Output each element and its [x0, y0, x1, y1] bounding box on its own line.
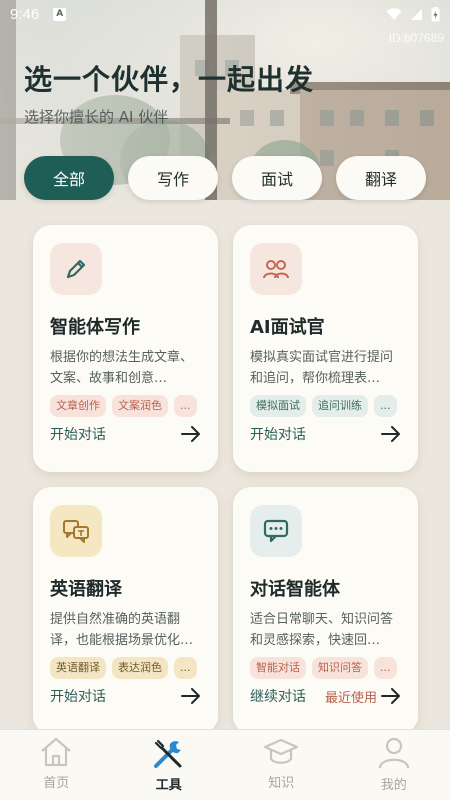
tab-translation[interactable]: 翻译	[336, 156, 426, 200]
action-label: 开始对话	[50, 427, 106, 443]
card-tag: 智能对话	[250, 657, 306, 679]
tools-icon	[153, 739, 182, 768]
card-title: 对话智能体	[250, 579, 340, 600]
card-tags: 智能对话 知识问答 ...	[250, 657, 401, 679]
card-description: 提供自然准确的英语翻译，也能根据场景优化…	[50, 612, 194, 648]
recent-used-label: 最近使用	[324, 690, 377, 706]
card-tags: 英语翻译 表达润色 ...	[50, 657, 201, 679]
notification-icon: A	[53, 7, 67, 21]
category-tabs: 全部 写作 面试 翻译	[24, 156, 426, 200]
start-chat-button[interactable]: 开始对话	[50, 424, 201, 444]
tab-all[interactable]: 全部	[24, 156, 114, 200]
action-label: 开始对话	[250, 427, 306, 443]
card-tag-more: ...	[174, 657, 197, 679]
tab-writing[interactable]: 写作	[128, 156, 218, 200]
user-id-label: ID:b07689	[388, 31, 444, 45]
card-tag: 知识问答	[312, 657, 368, 679]
card-title: 智能体写作	[50, 317, 140, 338]
nav-home[interactable]: 首页	[0, 730, 113, 800]
action-label: 开始对话	[50, 689, 106, 705]
card-english-translation[interactable]: 英语翻译 提供自然准确的英语翻译，也能根据场景优化… 英语翻译 表达润色 ...…	[33, 487, 218, 734]
bottom-navigation: 首页 工具 知识 我的	[0, 729, 450, 800]
card-icon-tile	[250, 243, 302, 295]
nav-tools[interactable]: 工具	[113, 730, 226, 800]
card-tag: 追问训练	[312, 395, 368, 417]
card-tag-more: ...	[174, 395, 197, 417]
card-tags: 模拟面试 追问训练 ...	[250, 395, 401, 417]
card-title: AI面试官	[250, 317, 325, 338]
user-icon	[378, 737, 409, 769]
arrow-right-icon	[381, 426, 401, 442]
start-chat-button[interactable]: 开始对话	[250, 424, 401, 444]
card-description: 模拟真实面试官进行提问和追问，帮你梳理表…	[250, 350, 394, 386]
card-tag: 英语翻译	[50, 657, 106, 679]
tab-interview[interactable]: 面试	[232, 156, 322, 200]
nav-knowledge[interactable]: 知识	[225, 730, 338, 800]
status-bar: 9:46 A	[0, 0, 450, 28]
card-tag: 模拟面试	[250, 395, 306, 417]
action-label: 继续对话	[250, 689, 306, 705]
card-tags: 文章创作 文案润色 ...	[50, 395, 201, 417]
graduation-cap-icon	[264, 738, 299, 764]
pencil-icon	[66, 259, 86, 279]
card-tag-more: ...	[374, 395, 397, 417]
arrow-right-icon	[181, 688, 201, 704]
card-description: 根据你的想法生成文章、文案、故事和创意…	[50, 350, 194, 386]
nav-profile[interactable]: 我的	[338, 730, 450, 800]
signal-icon	[411, 8, 422, 20]
page-subtitle: 选择你擅长的 AI 伙伴	[24, 108, 169, 126]
card-icon-tile	[50, 243, 102, 295]
card-tag: 文案润色	[112, 395, 168, 417]
nav-label: 首页	[43, 776, 70, 791]
nav-label: 知识	[268, 776, 295, 791]
arrow-right-icon	[381, 688, 401, 704]
card-title: 英语翻译	[50, 579, 122, 600]
translate-icon	[63, 520, 89, 543]
nav-label: 我的	[380, 778, 407, 793]
nav-label: 工具	[155, 778, 182, 793]
page-title: 选一个伙伴，一起出发	[24, 63, 315, 96]
battery-icon	[431, 6, 440, 21]
card-writing-agent[interactable]: 智能体写作 根据你的想法生成文章、文案、故事和创意… 文章创作 文案润色 ...…	[33, 225, 218, 472]
chat-icon	[263, 519, 289, 543]
card-ai-interviewer[interactable]: AI面试官 模拟真实面试官进行提问和追问，帮你梳理表… 模拟面试 追问训练 ..…	[233, 225, 418, 472]
card-description: 适合日常聊天、知识问答和灵感探索，快速回…	[250, 612, 394, 648]
card-tag: 文章创作	[50, 395, 106, 417]
card-icon-tile	[250, 505, 302, 557]
status-time: 9:46	[10, 5, 40, 23]
card-tag-more: ...	[374, 657, 397, 679]
home-icon	[41, 737, 71, 767]
card-tag: 表达润色	[112, 657, 168, 679]
start-chat-button[interactable]: 开始对话	[50, 686, 201, 706]
continue-chat-button[interactable]: 继续对话 最近使用	[250, 686, 401, 706]
card-icon-tile	[50, 505, 102, 557]
arrow-right-icon	[181, 426, 201, 442]
card-chat-agent[interactable]: 对话智能体 适合日常聊天、知识问答和灵感探索，快速回… 智能对话 知识问答 ..…	[233, 487, 418, 734]
people-icon	[263, 260, 289, 279]
wifi-icon	[386, 7, 402, 20]
